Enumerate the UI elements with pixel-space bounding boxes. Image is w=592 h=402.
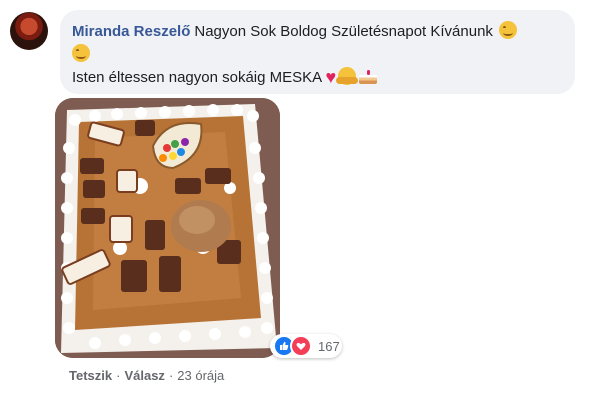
like-link[interactable]: Tetszik: [69, 368, 112, 383]
timestamp[interactable]: 23 órája: [177, 368, 224, 383]
reaction-summary[interactable]: 167: [270, 334, 342, 358]
reply-link[interactable]: Válasz: [124, 368, 164, 383]
comment-line-1: Miranda Reszelő Nagyon Sok Boldog Születé…: [72, 20, 563, 43]
comment-text-1: Nagyon Sok Boldog Születésnapot Kívánunk: [194, 23, 493, 40]
reaction-count: 167: [318, 338, 340, 354]
attached-photo-cake[interactable]: [55, 98, 280, 358]
shortcake-icon: [358, 70, 378, 84]
comment-actions: Tetszik · Válasz · 23 órája: [69, 368, 224, 383]
separator-dot: ·: [168, 368, 174, 383]
comment-bubble: Miranda Reszelő Nagyon Sok Boldog Születé…: [60, 10, 575, 94]
separator-dot: ·: [116, 368, 121, 383]
comment-line-3: Isten éltessen nagyon sokáig MESKA ♥: [72, 66, 563, 89]
avatar[interactable]: [10, 12, 48, 50]
love-icon: [290, 335, 312, 357]
smiling-face-icon: [72, 44, 90, 62]
comment-author[interactable]: Miranda Reszelő: [72, 23, 190, 40]
hugging-face-icon: [336, 67, 359, 85]
comment-text-2: Isten éltessen nagyon sokáig MESKA: [72, 69, 322, 86]
red-heart-icon: ♥: [325, 67, 337, 87]
smiling-face-icon: [499, 21, 518, 39]
comment-line-2: [72, 43, 563, 66]
